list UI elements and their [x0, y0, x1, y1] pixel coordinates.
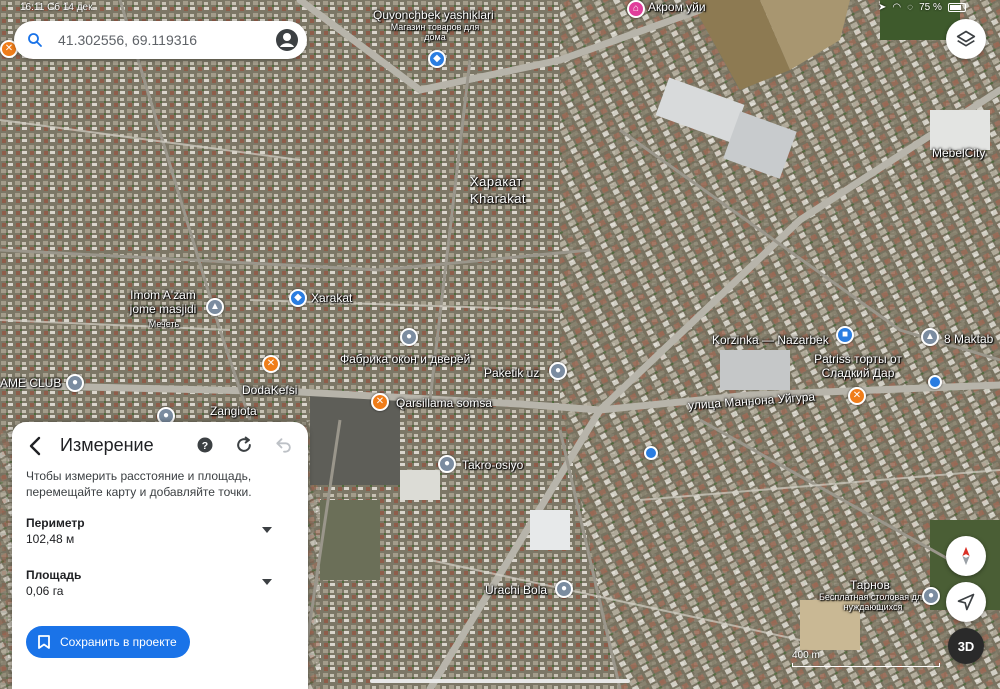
save-button-label: Сохранить в проекте: [60, 635, 177, 649]
place-label-game-club[interactable]: AME CLUB: [0, 376, 61, 390]
wifi-icon: ◠: [892, 2, 902, 13]
bus-stop-icon[interactable]: [928, 375, 942, 389]
search-query[interactable]: 41.302556, 69.119316: [58, 32, 275, 48]
area-label-kharakat-lat: Kharakat: [470, 191, 527, 206]
measurement-panel: Измерение ? Чтобы измерить расстояние и …: [12, 422, 308, 689]
place-label-urachi[interactable]: Urachi Bola: [485, 583, 547, 597]
compass-button[interactable]: [946, 536, 986, 576]
perimeter-label: Периметр: [26, 516, 85, 530]
restaurant-pin-icon[interactable]: ✕: [371, 393, 389, 411]
place-label-akrom[interactable]: Акром уйи: [648, 0, 706, 14]
school-pin-icon[interactable]: ▲: [921, 328, 939, 346]
place-label-fabrika[interactable]: Фабрика окон и дверей: [340, 352, 470, 366]
cart-pin-icon[interactable]: ■: [836, 326, 854, 344]
measurement-hint: Чтобы измерить расстояние и площадь, пер…: [26, 469, 252, 499]
scale-label: 400 m: [792, 650, 820, 661]
chevron-down-icon[interactable]: [262, 526, 272, 534]
search-icon[interactable]: [26, 31, 44, 49]
home-indicator: [370, 679, 630, 683]
place-pin-icon[interactable]: ●: [66, 374, 84, 392]
perimeter-value: 102,48 м: [26, 532, 75, 546]
svg-text:?: ?: [202, 440, 208, 452]
restaurant-pin-icon[interactable]: ✕: [848, 387, 866, 405]
navigation-icon: ➤: [878, 2, 887, 13]
layers-icon: [956, 30, 976, 47]
place-label-patriss[interactable]: Patriss торты от Сладкий Дар: [806, 352, 910, 380]
place-label-quvonchbek[interactable]: Quvonchbek yashiklari: [373, 8, 494, 22]
status-indicators: ➤ ◠ ◌ 75 %: [878, 2, 966, 13]
layers-button[interactable]: [946, 19, 986, 59]
place-pin-icon[interactable]: ●: [438, 455, 456, 473]
save-to-project-button[interactable]: Сохранить в проекте: [26, 626, 190, 658]
place-pin-icon[interactable]: ●: [555, 580, 573, 598]
place-label-takro[interactable]: Takro-osiyo: [462, 458, 523, 472]
status-time: 16:11 Сб 14 дек.: [20, 2, 96, 13]
place-label-mebelcity[interactable]: MebelCity: [932, 146, 985, 160]
account-icon[interactable]: [275, 28, 299, 52]
place-label-dodakefsi[interactable]: DodaKefsi: [242, 383, 297, 397]
bus-stop-icon[interactable]: [644, 446, 658, 460]
hotel-pin-icon[interactable]: ⌂: [627, 0, 645, 18]
view-3d-button[interactable]: 3D: [948, 628, 984, 664]
redo-icon[interactable]: [234, 435, 254, 455]
my-location-icon: [957, 593, 975, 611]
place-label-maktab[interactable]: 8 Maktab: [944, 332, 993, 346]
place-label-xarakat[interactable]: Xarakat: [311, 291, 352, 305]
shopping-bag-pin-icon[interactable]: ◆: [289, 289, 307, 307]
place-label-zangiota[interactable]: Zangiota: [210, 404, 257, 418]
place-pin-icon[interactable]: ●: [549, 362, 567, 380]
area-label: Площадь: [26, 568, 82, 582]
place-label-qarsillama[interactable]: Qarsillama somsa: [396, 396, 492, 410]
battery-icon: [947, 3, 966, 12]
undo-icon[interactable]: [274, 435, 294, 455]
place-pin-icon[interactable]: ●: [400, 328, 418, 346]
place-sublabel-tarnov: Бесплатная столовая для нуждающихся: [819, 592, 927, 612]
place-label-korzinka[interactable]: Korzinka — Nazarbek: [712, 333, 829, 347]
place-label-tarnov[interactable]: Тарнов: [850, 578, 890, 592]
place-label-imom[interactable]: Imom A'zam jome masjidi: [118, 288, 208, 316]
back-arrow-icon[interactable]: [24, 434, 48, 458]
place-pin-icon[interactable]: ●: [922, 587, 940, 605]
chevron-down-icon[interactable]: [262, 578, 272, 586]
area-label-kharakat-ru: Харакат: [470, 174, 523, 189]
mosque-pin-icon[interactable]: ▲: [206, 298, 224, 316]
place-label-paketik[interactable]: Paketik uz: [484, 366, 539, 380]
bookmark-icon: [38, 635, 50, 649]
battery-percent: 75 %: [919, 2, 942, 13]
place-sublabel-quvonchbek: Магазин товаров для дома: [390, 22, 480, 42]
place-sublabel-imom: Мечеть: [148, 319, 180, 329]
help-icon[interactable]: ?: [196, 436, 214, 454]
scale-bar: [792, 663, 940, 667]
shopping-bag-pin-icon[interactable]: ◆: [428, 50, 446, 68]
compass-icon: [962, 546, 970, 566]
sync-icon: ◌: [907, 2, 914, 13]
search-bar[interactable]: 41.302556, 69.119316: [14, 21, 307, 59]
restaurant-pin-icon[interactable]: ✕: [262, 355, 280, 373]
area-value: 0,06 га: [26, 584, 64, 598]
my-location-button[interactable]: [946, 582, 986, 622]
panel-title: Измерение: [60, 435, 154, 455]
